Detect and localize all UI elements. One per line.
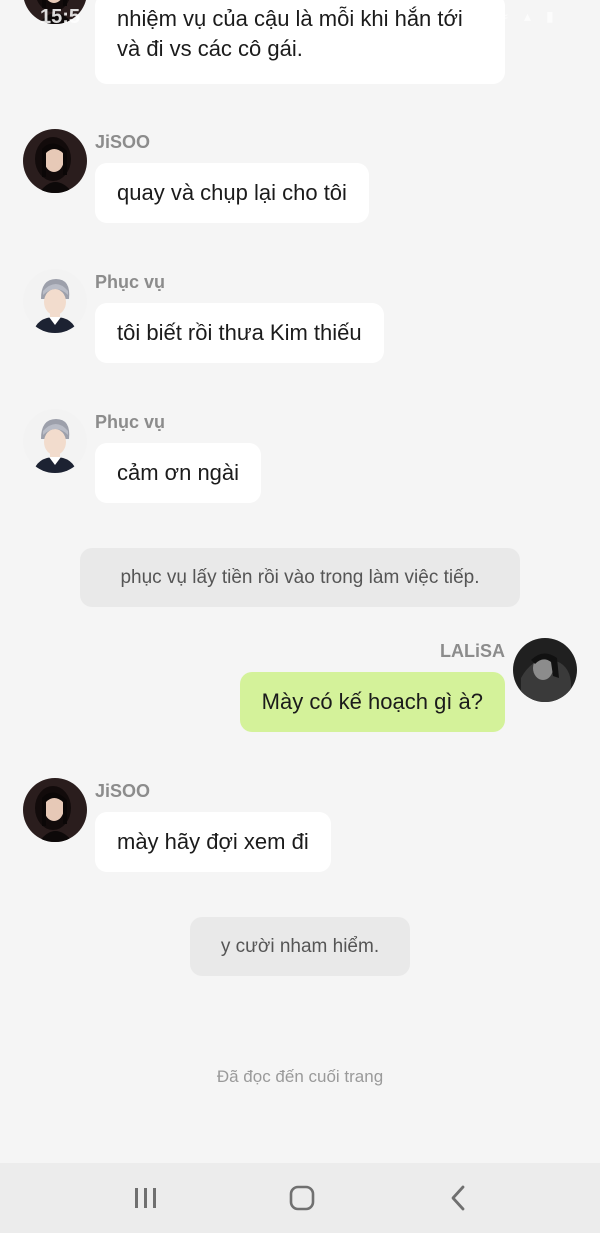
status-icons: ≈ ▴ ▮ [500, 8, 570, 24]
jisoo-avatar[interactable] [23, 778, 87, 842]
back-icon[interactable] [438, 1178, 478, 1218]
sender-name: LALiSA [440, 641, 505, 661]
sender-name: Phục vụ [95, 272, 166, 292]
message-bubble[interactable]: cảm ơn ngài [95, 443, 262, 503]
sender-name: JiSOO [95, 132, 151, 152]
recent-apps-icon[interactable] [126, 1178, 166, 1218]
narration-bubble: phục vụ lấy tiền rồi vào trong làm việc … [80, 548, 520, 607]
jisoo-avatar[interactable] [23, 129, 87, 193]
message-bubble[interactable]: tôi biết rồi thưa Kim thiếu [95, 303, 384, 363]
lalisa-avatar[interactable] [513, 638, 577, 702]
phuc-vu-avatar[interactable] [23, 409, 87, 473]
message-bubble[interactable]: mày hãy đợi xem đi [95, 812, 331, 872]
message-bubble[interactable]: quay và chụp lại cho tôi [95, 163, 369, 223]
narration-bubble: y cười nham hiểm. [190, 917, 410, 976]
phuc-vu-avatar[interactable] [23, 269, 87, 333]
my-message-bubble[interactable]: Mày có kế hoạch gì à? [239, 672, 505, 732]
status-time: 15:5 [40, 6, 81, 28]
wifi-icon: ≈ [500, 8, 508, 24]
home-icon[interactable] [282, 1178, 322, 1218]
sender-name: JiSOO [95, 781, 151, 801]
signal-icon: ▴ [524, 8, 532, 24]
chat-thread[interactable]: nhiệm vụ của cậu là mỗi khi hắn tới và đ… [0, 0, 600, 1163]
navigation-bar [0, 1163, 600, 1233]
battery-icon: ▮ [546, 8, 554, 24]
status-bar: 15:5 ≈ ▴ ▮ [0, 0, 600, 34]
end-of-page-note: Đã đọc đến cuối trang [216, 1067, 384, 1086]
sender-name: Phục vụ [95, 412, 166, 432]
